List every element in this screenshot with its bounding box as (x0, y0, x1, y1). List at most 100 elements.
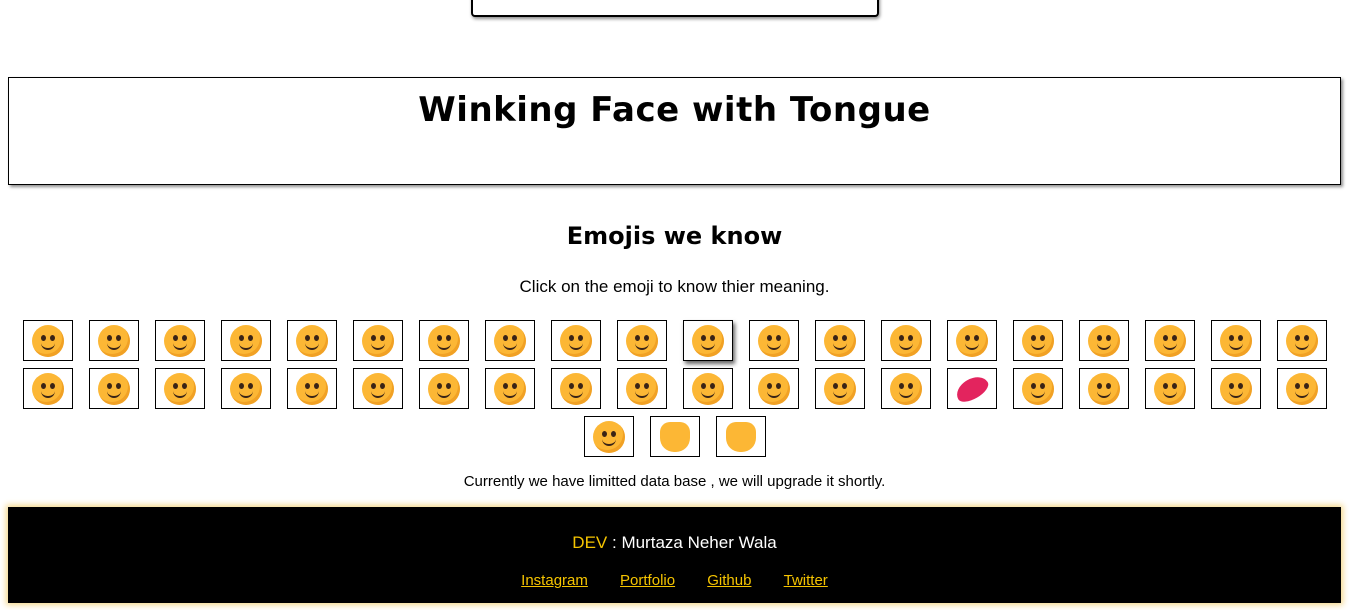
github-link[interactable]: Github (707, 572, 751, 589)
section-title: Emojis we know (566, 222, 783, 250)
dev-credit: DEV : Murtaza Neher Wala (8, 533, 1341, 553)
emoji-button-grimacing-face[interactable] (682, 368, 733, 409)
portfolio-link[interactable]: Portfolio (620, 572, 675, 589)
dev-label: DEV (572, 533, 608, 552)
emoji-button-winking-face-with-tongue[interactable] (682, 320, 733, 361)
pensive-face-icon (163, 372, 196, 405)
sneezing-face-icon (31, 372, 64, 405)
hugging-face-icon (955, 324, 988, 357)
kissing-face-with-smiling-eyes-icon (361, 324, 394, 357)
face-with-hand-over-mouth-icon (1021, 324, 1054, 357)
raising-hands-icon (725, 421, 756, 452)
rolling-on-the-floor-laughing-icon (559, 324, 592, 357)
smiling-face-with-halo-icon (229, 324, 262, 357)
winking-face-with-tongue-icon (691, 324, 724, 357)
footer: DEV : Murtaza Neher Wala Instagram Portf… (8, 507, 1341, 603)
emoji-button-neutral-face[interactable] (352, 368, 403, 409)
twitter-link[interactable]: Twitter (784, 572, 828, 589)
emoji-button-relieved-face[interactable] (88, 368, 139, 409)
star-struck-icon (295, 324, 328, 357)
thinking-face-icon (1219, 324, 1252, 357)
emoji-button-face-with-raised-eyebrow[interactable] (286, 368, 337, 409)
section-subtitle: Click on the emoji to know thier meaning… (519, 277, 830, 296)
emoji-button-angry-face[interactable] (748, 368, 799, 409)
zipper-mouth-face-icon (229, 372, 262, 405)
expressionless-face-icon (427, 372, 460, 405)
zany-face-icon (757, 324, 790, 357)
emoji-button-face-with-tongue[interactable] (616, 320, 667, 361)
emoji-button-face-without-mouth[interactable] (1276, 320, 1327, 361)
emoji-button-pensive-face[interactable] (154, 368, 205, 409)
smirking-face-icon (493, 372, 526, 405)
emoji-button-raising-hands[interactable] (715, 416, 766, 457)
emoji-button-cowboy-hat-face[interactable] (1144, 368, 1195, 409)
emoji-button-star-struck[interactable] (286, 320, 337, 361)
emoji-button-slightly-smiling-face[interactable] (154, 320, 205, 361)
smiling-face-with-sunglasses-icon (592, 420, 625, 453)
emoji-grid (21, 320, 1328, 457)
emoji-button-upside-down-face[interactable] (418, 320, 469, 361)
hot-face-icon (823, 372, 856, 405)
emoji-button-partying-face[interactable] (1210, 368, 1261, 409)
face-with-rolling-eyes-icon (625, 372, 658, 405)
face-with-raised-eyebrow-icon (295, 372, 328, 405)
footer-links: Instagram Portfolio Github Twitter (8, 572, 1341, 589)
emoji-button-disguised-face[interactable] (1276, 368, 1327, 409)
winking-face-icon (493, 324, 526, 357)
emoji-button-smiling-face-with-heart-eyes[interactable] (1078, 320, 1129, 361)
sleeping-face-icon (889, 372, 922, 405)
smiling-face-with-smiling-eyes-icon (31, 324, 64, 357)
squinting-face-with-tongue-icon (823, 324, 856, 357)
face-blowing-a-kiss-icon (1153, 324, 1186, 357)
emoji-button-zany-face[interactable] (748, 320, 799, 361)
disguised-face-icon (1285, 372, 1318, 405)
emoji-button-winking-face[interactable] (484, 320, 535, 361)
emoji-button-smirking-face[interactable] (484, 368, 535, 409)
money-mouth-face-icon (889, 324, 922, 357)
meaning-title: Winking Face with Tongue (418, 90, 931, 130)
emoji-button-kiss-mark[interactable] (946, 368, 997, 409)
emoji-button-smiling-face-with-sunglasses[interactable] (583, 416, 634, 457)
emoji-button-smiling-face-with-halo[interactable] (220, 320, 271, 361)
exploding-head-icon (1087, 372, 1120, 405)
emoji-button-thinking-face[interactable] (1210, 320, 1261, 361)
clapping-hands-icon (659, 421, 690, 452)
upside-down-face-icon (427, 324, 460, 357)
dizzy-face-icon (1021, 372, 1054, 405)
partying-face-icon (1219, 372, 1252, 405)
dev-separator: : (607, 533, 622, 552)
emoji-button-dizzy-face[interactable] (1012, 368, 1063, 409)
grimacing-face-icon (691, 372, 724, 405)
emoji-button-face-with-rolling-eyes[interactable] (616, 368, 667, 409)
worried-face-icon (559, 372, 592, 405)
kiss-mark-icon (951, 371, 992, 406)
emoji-button-zipper-mouth-face[interactable] (220, 368, 271, 409)
emoji-button-face-with-hand-over-mouth[interactable] (1012, 320, 1063, 361)
emoji-button-hugging-face[interactable] (946, 320, 997, 361)
emoji-button-clapping-hands[interactable] (649, 416, 700, 457)
emoji-button-money-mouth-face[interactable] (880, 320, 931, 361)
emoji-button-squinting-face-with-tongue[interactable] (814, 320, 865, 361)
smiling-face-with-heart-eyes-icon (1087, 324, 1120, 357)
emoji-button-smiling-face-with-smiling-eyes[interactable] (22, 320, 73, 361)
cowboy-hat-face-icon (1153, 372, 1186, 405)
emoji-button-hot-face[interactable] (814, 368, 865, 409)
instagram-link[interactable]: Instagram (521, 572, 588, 589)
emoji-button-sneezing-face[interactable] (22, 368, 73, 409)
face-without-mouth-icon (1285, 324, 1318, 357)
emoji-button-grinning-face-with-big-eyes[interactable] (88, 320, 139, 361)
grinning-face-with-big-eyes-icon (97, 324, 130, 357)
face-with-tongue-icon (625, 324, 658, 357)
angry-face-icon (757, 372, 790, 405)
emoji-button-face-blowing-a-kiss[interactable] (1144, 320, 1195, 361)
emoji-button-rolling-on-the-floor-laughing[interactable] (550, 320, 601, 361)
emoji-input-box[interactable] (471, 0, 879, 17)
relieved-face-icon (97, 372, 130, 405)
database-note: Currently we have limitted data base , w… (463, 473, 886, 490)
emoji-button-exploding-head[interactable] (1078, 368, 1129, 409)
emoji-button-expressionless-face[interactable] (418, 368, 469, 409)
emoji-button-worried-face[interactable] (550, 368, 601, 409)
meaning-display: Winking Face with Tongue (8, 77, 1341, 185)
emoji-button-sleeping-face[interactable] (880, 368, 931, 409)
emoji-button-kissing-face-with-smiling-eyes[interactable] (352, 320, 403, 361)
